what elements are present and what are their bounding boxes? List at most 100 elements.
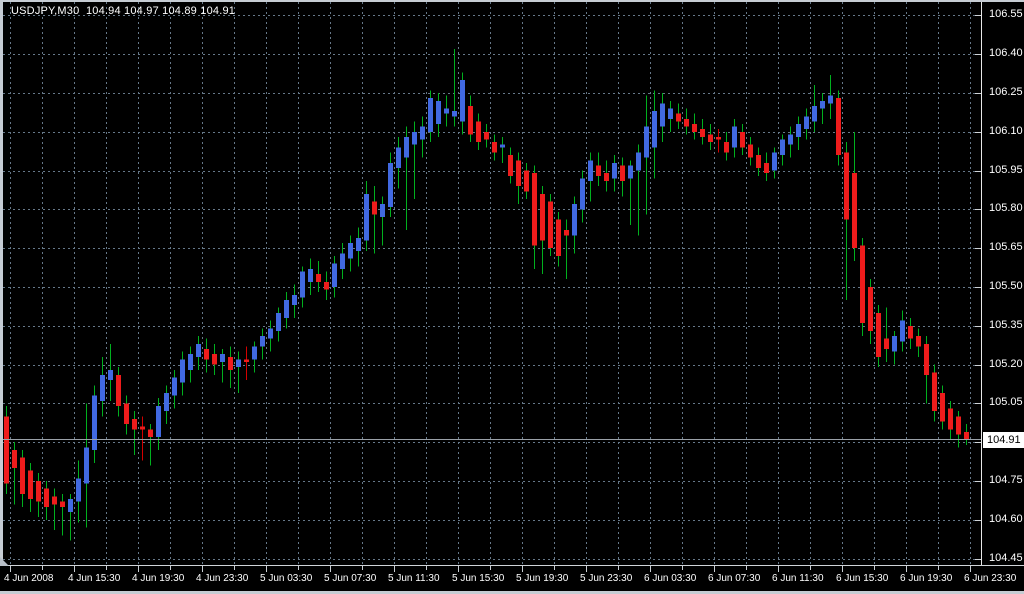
price-axis-label: 105.80 bbox=[989, 202, 1023, 215]
time-axis-tick bbox=[682, 566, 683, 570]
price-axis[interactable]: 104.91 106.55 106.40 106.25 106.10 105.95 105… bbox=[981, 2, 1024, 565]
candle-bullish bbox=[452, 111, 457, 117]
candle-bearish bbox=[116, 374, 121, 406]
time-axis-tick bbox=[362, 566, 363, 570]
candle-bullish bbox=[196, 343, 201, 357]
candle-bullish bbox=[252, 346, 257, 360]
time-axis-tick bbox=[234, 566, 235, 570]
candle-bearish bbox=[316, 274, 321, 282]
price-axis-label: 105.50 bbox=[989, 279, 1023, 292]
chart-canvas[interactable] bbox=[3, 2, 981, 565]
candle-bearish bbox=[540, 193, 545, 241]
candle-bullish bbox=[260, 336, 265, 347]
candle-bearish bbox=[508, 155, 513, 176]
time-axis-tick bbox=[778, 566, 779, 572]
time-axis-tick bbox=[74, 566, 75, 572]
candle-bearish bbox=[716, 136, 721, 140]
time-axis-tick bbox=[970, 566, 971, 572]
candle-bullish bbox=[188, 354, 193, 370]
candle-bearish bbox=[876, 312, 881, 357]
candle-bullish bbox=[156, 405, 161, 438]
candle-bullish bbox=[420, 126, 425, 140]
candle-bullish bbox=[356, 237, 361, 251]
candle-bearish bbox=[836, 98, 841, 156]
price-axis-label: 105.95 bbox=[989, 163, 1023, 176]
time-axis-tick bbox=[266, 566, 267, 572]
time-axis-tick bbox=[618, 566, 619, 570]
candle-bearish bbox=[12, 449, 17, 469]
candle-bullish bbox=[388, 162, 393, 207]
candle-bearish bbox=[932, 372, 937, 412]
candle-bullish bbox=[268, 328, 273, 339]
candle-bullish bbox=[348, 243, 353, 259]
candle-bearish bbox=[692, 124, 697, 132]
candle-bearish bbox=[852, 173, 857, 249]
candle-bullish bbox=[292, 294, 297, 306]
candle-bullish bbox=[812, 105, 817, 122]
price-axis-label: 104.60 bbox=[989, 512, 1023, 525]
price-axis-label: 105.05 bbox=[989, 396, 1023, 409]
candle-bullish bbox=[628, 165, 633, 179]
candle-bearish bbox=[492, 142, 497, 153]
time-axis-label: 5 Jun 11:30 bbox=[388, 573, 440, 584]
candle-bullish bbox=[412, 131, 417, 145]
candle-bullish bbox=[580, 178, 585, 210]
time-axis-label: 6 Jun 19:30 bbox=[900, 573, 953, 584]
candle-bearish bbox=[548, 201, 553, 249]
candle-bearish bbox=[740, 131, 745, 148]
window-resize-corner-icon bbox=[0, 557, 9, 566]
candle-bullish bbox=[68, 499, 73, 513]
candle-bullish bbox=[804, 116, 809, 130]
candle-bearish bbox=[604, 173, 609, 181]
candle-bearish bbox=[860, 245, 865, 324]
time-axis-tick bbox=[106, 566, 107, 570]
candle-bullish bbox=[100, 374, 105, 401]
time-axis-label: 6 Jun 15:30 bbox=[836, 573, 889, 584]
candle-bullish bbox=[572, 204, 577, 236]
candle-bullish bbox=[652, 111, 657, 148]
time-axis-label: 6 Jun 03:30 bbox=[644, 573, 697, 584]
candlestick-chart[interactable]: USDJPY,M30 104.94 104.97 104.89 104.91 bbox=[3, 2, 981, 565]
candle-bearish bbox=[52, 496, 57, 505]
candle-bullish bbox=[172, 377, 177, 396]
candle-bullish bbox=[436, 100, 441, 125]
candle-bullish bbox=[820, 100, 825, 109]
candle-bearish bbox=[244, 359, 249, 363]
price-axis-label: 106.40 bbox=[989, 47, 1023, 60]
window-border-top bbox=[0, 0, 1024, 2]
candle-bearish bbox=[132, 418, 137, 430]
time-axis[interactable]: 4 Jun 2008 4 Jun 15:30 4 Jun 19:30 4 Jun 23… bbox=[0, 565, 1024, 591]
candle-bullish bbox=[220, 354, 225, 363]
time-axis-tick bbox=[586, 566, 587, 572]
candle-bullish bbox=[644, 126, 649, 158]
time-axis-tick bbox=[458, 566, 459, 572]
candle-bearish bbox=[468, 105, 473, 135]
candle-bullish bbox=[404, 136, 409, 158]
chart-title: USDJPY,M30 104.94 104.97 104.89 104.91 bbox=[11, 5, 236, 17]
candle-bullish bbox=[772, 152, 777, 171]
candle-bearish bbox=[700, 129, 705, 137]
candle-bullish bbox=[444, 108, 449, 114]
price-axis-label: 104.45 bbox=[989, 551, 1023, 564]
candle-bullish bbox=[828, 95, 833, 104]
price-axis-label: 105.20 bbox=[989, 357, 1023, 370]
candle-bearish bbox=[228, 356, 233, 370]
candle-bearish bbox=[724, 142, 729, 153]
candle-bullish bbox=[660, 103, 665, 127]
time-axis-tick bbox=[298, 566, 299, 570]
candle-bearish bbox=[964, 431, 969, 440]
candle-bearish bbox=[748, 144, 753, 158]
chart-window: USDJPY,M30 104.94 104.97 104.89 104.91 1… bbox=[0, 0, 1024, 594]
candle-bullish bbox=[308, 268, 313, 282]
time-axis-label: 6 Jun 07:30 bbox=[708, 573, 761, 584]
time-axis-tick bbox=[650, 566, 651, 572]
time-axis-label: 4 Jun 19:30 bbox=[132, 573, 185, 584]
price-axis-label: 106.25 bbox=[989, 86, 1023, 98]
candle-bullish bbox=[612, 162, 617, 179]
candle-bullish bbox=[92, 395, 97, 450]
candle-bearish bbox=[532, 173, 537, 246]
candle-bearish bbox=[940, 393, 945, 422]
time-axis-tick bbox=[330, 566, 331, 572]
candle-bearish bbox=[564, 230, 569, 236]
candle-bearish bbox=[764, 162, 769, 174]
